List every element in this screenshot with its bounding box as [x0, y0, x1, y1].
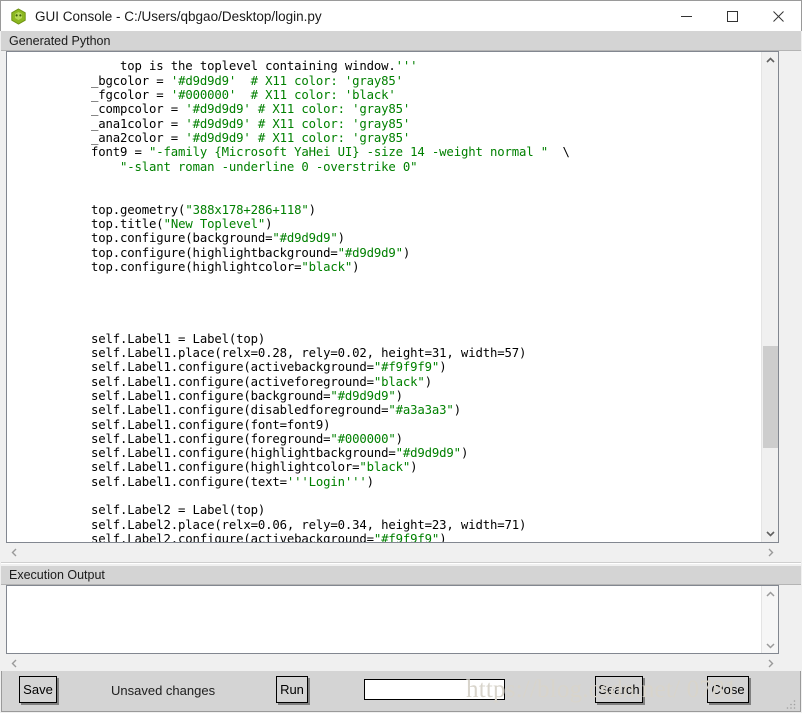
chevron-up-icon[interactable]	[762, 586, 778, 602]
execution-output-frame[interactable]	[6, 585, 779, 654]
execution-output-header: Execution Output	[1, 566, 801, 585]
chevron-right-icon[interactable]	[762, 655, 779, 671]
status-label: Unsaved changes	[111, 683, 216, 698]
code-editor-area: top is the toplevel containing window.''…	[1, 51, 801, 561]
chevron-right-icon[interactable]	[762, 544, 779, 560]
green-cube-icon	[10, 7, 27, 25]
code-scroll-thumb[interactable]	[763, 346, 778, 448]
execution-output-label: Execution Output	[9, 568, 105, 582]
run-button[interactable]: Run	[276, 676, 308, 703]
code-editor-frame[interactable]: top is the toplevel containing window.''…	[6, 51, 779, 543]
code-scroll-corner	[780, 544, 798, 561]
window-title: GUI Console - C:/Users/qbgao/Desktop/log…	[35, 8, 322, 24]
chevron-down-icon[interactable]	[762, 637, 778, 653]
output-horizontal-scrollbar[interactable]	[6, 655, 779, 671]
bottom-toolbar: Save Unsaved changes Run Search Close	[1, 671, 801, 712]
generated-python-code[interactable]: top is the toplevel containing window.''…	[62, 59, 570, 542]
search-input[interactable]	[364, 679, 505, 700]
generated-python-label: Generated Python	[9, 33, 111, 48]
window-controls	[663, 1, 801, 31]
save-button[interactable]: Save	[19, 676, 57, 703]
output-vertical-scrollbar[interactable]	[761, 586, 778, 653]
gui-console-window: GUI Console - C:/Users/qbgao/Desktop/log…	[0, 0, 802, 713]
maximize-icon[interactable]	[709, 1, 755, 31]
code-vertical-scrollbar[interactable]	[761, 52, 778, 542]
chevron-left-icon[interactable]	[6, 544, 23, 560]
close-icon[interactable]	[755, 1, 801, 31]
chevron-left-icon[interactable]	[6, 655, 23, 671]
chevron-down-icon[interactable]	[762, 525, 778, 542]
generated-python-header: Generated Python	[1, 31, 801, 51]
output-scroll-corner	[780, 655, 798, 671]
chevron-up-icon[interactable]	[762, 52, 778, 69]
search-button[interactable]: Search	[595, 676, 643, 703]
close-button[interactable]: Close	[707, 676, 749, 703]
titlebar: GUI Console - C:/Users/qbgao/Desktop/log…	[0, 0, 802, 31]
resize-grip-icon[interactable]	[785, 697, 797, 709]
execution-output-area	[1, 585, 801, 671]
pane-divider[interactable]	[1, 562, 801, 564]
minimize-icon[interactable]	[663, 1, 709, 31]
code-horizontal-scrollbar[interactable]	[6, 544, 779, 561]
